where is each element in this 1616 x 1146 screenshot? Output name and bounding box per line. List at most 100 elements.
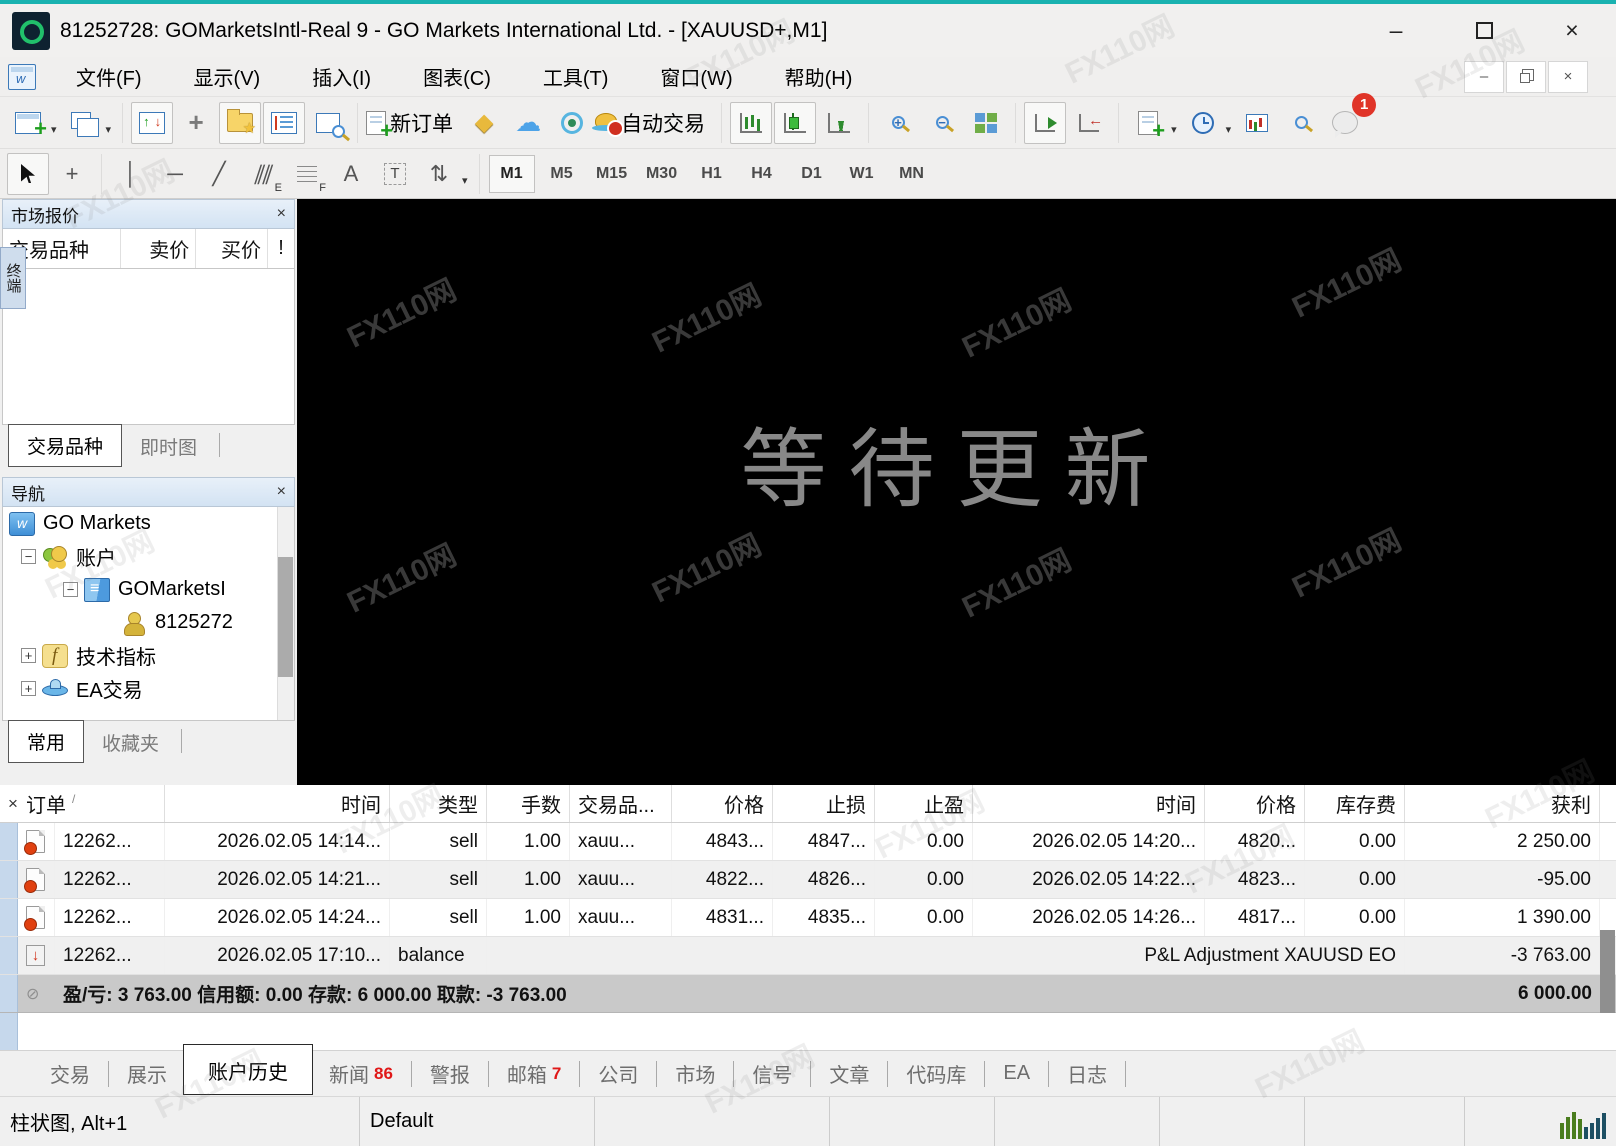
chevron-down-icon[interactable]: ▾ — [51, 123, 57, 136]
vertical-line-tool[interactable]: │ — [110, 153, 152, 195]
cursor-tool[interactable] — [7, 153, 49, 195]
tree-item-platform[interactable]: GO Markets — [3, 507, 294, 540]
tab-articles[interactable]: 文章 — [813, 1051, 885, 1096]
child-restore-button[interactable] — [1506, 61, 1546, 93]
chevron-down-icon[interactable]: ▾ — [1226, 123, 1232, 136]
horizontal-line-tool[interactable]: ─ — [154, 153, 196, 195]
timeframe-m30[interactable]: M30 — [639, 156, 685, 192]
channel-tool[interactable]: ∥∥E — [242, 153, 284, 195]
tree-item-server[interactable]: − GOMarketsI — [3, 573, 294, 606]
status-profile[interactable]: Default — [360, 1097, 595, 1146]
balance-row[interactable]: ↓ 12262... 2026.02.05 17:10... balance P… — [0, 937, 1616, 975]
metaeditor-button[interactable]: ◆ — [463, 102, 505, 144]
tab-experts[interactable]: EA — [987, 1054, 1046, 1093]
new-chart-button[interactable] — [7, 102, 49, 144]
col-bid[interactable]: 卖价 — [121, 229, 197, 268]
child-close-button[interactable]: × — [1548, 61, 1588, 93]
terminal-scrollbar-thumb[interactable] — [1600, 930, 1615, 1013]
tree-item-accounts[interactable]: − 账户 — [3, 540, 294, 573]
tab-mailbox[interactable]: 邮箱7 — [491, 1051, 577, 1096]
chevron-down-icon[interactable]: ▾ — [462, 174, 468, 187]
col-lots[interactable]: 手数 — [487, 785, 570, 822]
col-close-time[interactable]: 时间 — [973, 785, 1205, 822]
col-tp[interactable]: 止盈 — [875, 785, 973, 822]
col-symbol[interactable]: 交易品... — [570, 785, 672, 822]
chevron-down-icon[interactable]: ▾ — [106, 123, 112, 136]
col-profit[interactable]: 获利 — [1405, 785, 1600, 822]
arrows-tool[interactable]: ⇅ — [418, 153, 460, 195]
col-close-price[interactable]: 价格 — [1205, 785, 1305, 822]
trendline-tool[interactable]: ╱ — [198, 153, 240, 195]
line-chart-button[interactable] — [818, 102, 860, 144]
history-row[interactable]: 12262... 2026.02.05 14:21... sell 1.00 x… — [0, 861, 1616, 899]
chart-shift-button[interactable] — [1068, 102, 1110, 144]
market-watch-toggle[interactable] — [131, 102, 173, 144]
col-open-price[interactable]: 价格 — [672, 785, 773, 822]
data-window-button[interactable]: + — [175, 102, 217, 144]
expand-icon[interactable]: + — [21, 681, 36, 696]
menu-view[interactable]: 显示(V) — [168, 62, 287, 91]
auto-trading-button[interactable]: 自动交易 — [595, 102, 713, 144]
tab-common[interactable]: 常用 — [8, 720, 84, 763]
tree-item-indicators[interactable]: + 技术指标 — [3, 639, 294, 672]
menu-window[interactable]: 窗口(W) — [634, 62, 758, 91]
tab-symbols[interactable]: 交易品种 — [8, 424, 122, 467]
fibonacci-tool[interactable]: F — [286, 153, 328, 195]
menu-insert[interactable]: 插入(I) — [286, 62, 397, 91]
history-row[interactable]: 12262... 2026.02.05 14:24... sell 1.00 x… — [0, 899, 1616, 937]
bar-chart-button[interactable] — [730, 102, 772, 144]
tab-trade[interactable]: 交易 — [34, 1051, 106, 1096]
indicators-button[interactable] — [1127, 102, 1169, 144]
timeframe-m5[interactable]: M5 — [539, 156, 585, 192]
zoom-out-button[interactable]: − — [921, 102, 963, 144]
tab-favorites[interactable]: 收藏夹 — [84, 722, 177, 763]
tree-item-ea[interactable]: + EA交易 — [3, 672, 294, 705]
terminal-side-tab[interactable]: 终端 — [0, 247, 26, 309]
chart-area[interactable]: 等待更新 FX110网 FX110网 FX110网 FX110网 FX110网 … — [297, 199, 1616, 785]
profiles-button[interactable] — [62, 102, 104, 144]
zoom-in-button[interactable]: + — [877, 102, 919, 144]
crosshair-tool[interactable]: + — [51, 153, 93, 195]
expand-icon[interactable]: + — [21, 648, 36, 663]
market-watch-list[interactable] — [2, 269, 295, 425]
tab-account-history[interactable]: 账户历史 — [183, 1044, 313, 1095]
tab-tick-chart[interactable]: 即时图 — [122, 426, 215, 467]
terminal-toggle[interactable] — [263, 102, 305, 144]
col-order[interactable]: 订单/ — [18, 785, 165, 822]
col-alert[interactable]: ! — [268, 229, 294, 268]
history-row[interactable]: 12262... 2026.02.05 14:14... sell 1.00 x… — [0, 823, 1616, 861]
tile-windows-button[interactable] — [965, 102, 1007, 144]
new-order-button[interactable]: 新订单 — [366, 102, 461, 144]
search-button[interactable] — [1280, 102, 1322, 144]
tab-exposure[interactable]: 展示 — [111, 1051, 183, 1096]
cloud-button[interactable]: ☁ — [507, 102, 549, 144]
minimize-button[interactable]: – — [1352, 4, 1440, 57]
chevron-down-icon[interactable]: ▾ — [1171, 123, 1177, 136]
collapse-icon[interactable]: − — [63, 582, 78, 597]
templates-button[interactable] — [1236, 102, 1278, 144]
col-open-time[interactable]: 时间 — [165, 785, 390, 822]
tab-journal[interactable]: 日志 — [1051, 1051, 1123, 1096]
col-sl[interactable]: 止损 — [773, 785, 875, 822]
navigator-scrollbar[interactable] — [277, 507, 294, 720]
timeframe-m15[interactable]: M15 — [589, 156, 635, 192]
collapse-icon[interactable]: − — [21, 549, 36, 564]
timeframe-m1[interactable]: M1 — [489, 155, 535, 193]
tab-signals[interactable]: 信号 — [736, 1051, 808, 1096]
close-icon[interactable]: × — [277, 205, 286, 223]
tab-market[interactable]: 市场 — [659, 1051, 731, 1096]
tab-company[interactable]: 公司 — [582, 1051, 654, 1096]
tree-item-account[interactable]: 8125272 — [3, 606, 294, 639]
notifications-button[interactable]: 1 — [1324, 102, 1366, 144]
timeframe-w1[interactable]: W1 — [839, 156, 885, 192]
child-minimize-button[interactable]: – — [1464, 61, 1504, 93]
timeframe-h4[interactable]: H4 — [739, 156, 785, 192]
auto-scroll-button[interactable] — [1024, 102, 1066, 144]
scrollbar-thumb[interactable] — [278, 557, 293, 677]
periods-button[interactable] — [1182, 102, 1224, 144]
col-type[interactable]: 类型 — [390, 785, 487, 822]
strategy-tester-button[interactable] — [307, 102, 349, 144]
close-icon[interactable]: × — [277, 483, 286, 501]
tab-alerts[interactable]: 警报 — [414, 1051, 486, 1096]
navigator-toggle[interactable] — [219, 102, 261, 144]
